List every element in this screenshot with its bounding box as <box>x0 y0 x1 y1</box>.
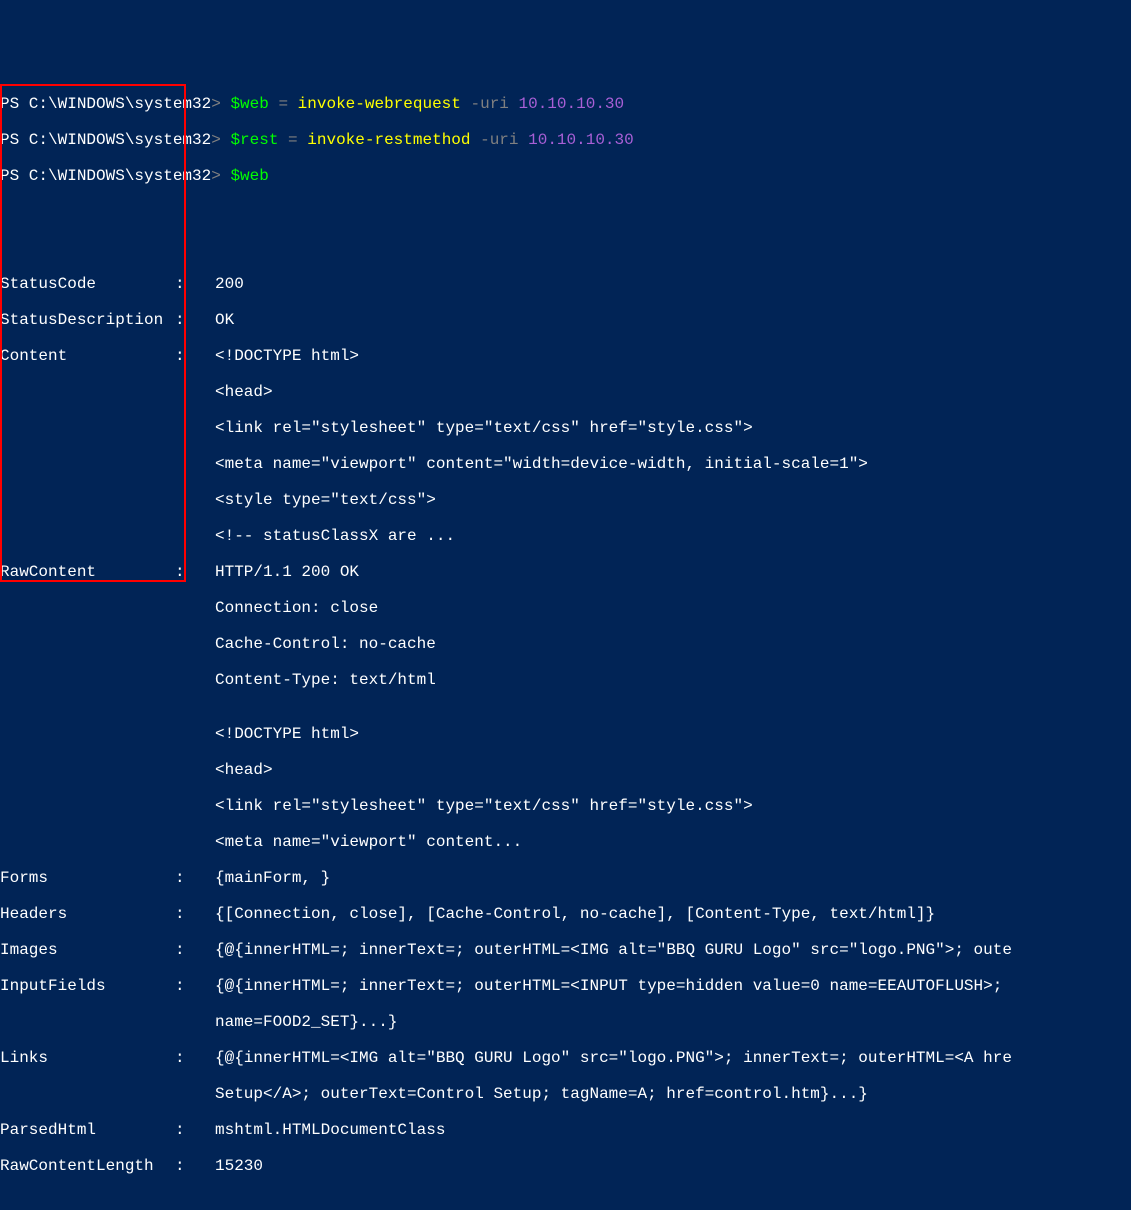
var-1: $web <box>230 95 268 113</box>
links-value-2: Setup</A>; outerText=Control Setup; tagN… <box>215 1085 868 1103</box>
rawcontent-label: RawContent <box>0 563 175 581</box>
param-2: -uri <box>471 131 529 149</box>
forms-value: {mainForm, } <box>215 869 330 887</box>
arg-2: 10.10.10.30 <box>528 131 634 149</box>
statuscode-value: 200 <box>215 275 244 293</box>
colon: : <box>175 563 215 581</box>
inputfields-value-1: {@{innerHTML=; innerText=; outerHTML=<IN… <box>215 977 1002 995</box>
colon: : <box>175 905 215 923</box>
var-3: $web <box>230 167 268 185</box>
content-label: Content <box>0 347 175 365</box>
prompt-1: PS C:\WINDOWS\system32 <box>0 95 211 113</box>
rawcontent-value-2: Connection: close <box>215 599 378 617</box>
parsedhtml-value: mshtml.HTMLDocumentClass <box>215 1121 445 1139</box>
images-label: Images <box>0 941 175 959</box>
colon: : <box>175 347 215 365</box>
var-2: $rest <box>230 131 278 149</box>
colon: : <box>175 941 215 959</box>
cmdlet-2: invoke-restmethod <box>307 131 470 149</box>
rawcontent-value-6: <!DOCTYPE html> <box>215 725 359 743</box>
rawcontentlength-label: RawContentLength <box>0 1157 175 1175</box>
content-value-1: <!DOCTYPE html> <box>215 347 359 365</box>
rawcontent-value-8: <link rel="stylesheet" type="text/css" h… <box>215 797 753 815</box>
rawcontent-value-3: Cache-Control: no-cache <box>215 635 436 653</box>
headers-label: Headers <box>0 905 175 923</box>
prompt-2: PS C:\WINDOWS\system32 <box>0 131 211 149</box>
rawcontent-value-7: <head> <box>215 761 273 779</box>
eq-2: = <box>278 131 307 149</box>
prompt-gt-1: > <box>211 95 230 113</box>
rawcontent-value-4: Content-Type: text/html <box>215 671 436 689</box>
colon: : <box>175 1121 215 1139</box>
rawcontent-value-9: <meta name="viewport" content... <box>215 833 522 851</box>
images-value: {@{innerHTML=; innerText=; outerHTML=<IM… <box>215 941 1012 959</box>
cmdlet-1: invoke-webrequest <box>298 95 461 113</box>
colon: : <box>175 311 215 329</box>
content-value-6: <!-- statusClassX are ... <box>215 527 455 545</box>
terminal-output[interactable]: PS C:\WINDOWS\system32> $web = invoke-we… <box>0 77 1131 1193</box>
links-value-1: {@{innerHTML=<IMG alt="BBQ GURU Logo" sr… <box>215 1049 1012 1067</box>
colon: : <box>175 1049 215 1067</box>
rawcontent-value-1: HTTP/1.1 200 OK <box>215 563 359 581</box>
arg-1: 10.10.10.30 <box>519 95 625 113</box>
colon: : <box>175 977 215 995</box>
statuscode-label: StatusCode <box>0 275 175 293</box>
headers-value: {[Connection, close], [Cache-Control, no… <box>215 905 935 923</box>
forms-label: Forms <box>0 869 175 887</box>
prompt-gt-2: > <box>211 131 230 149</box>
prompt-gt-3: > <box>211 167 230 185</box>
inputfields-label: InputFields <box>0 977 175 995</box>
content-value-3: <link rel="stylesheet" type="text/css" h… <box>215 419 753 437</box>
parsedhtml-label: ParsedHtml <box>0 1121 175 1139</box>
content-value-5: <style type="text/css"> <box>215 491 436 509</box>
rawcontentlength-value: 15230 <box>215 1157 263 1175</box>
content-value-4: <meta name="viewport" content="width=dev… <box>215 455 868 473</box>
colon: : <box>175 275 215 293</box>
statusdesc-value: OK <box>215 311 234 329</box>
eq-1: = <box>269 95 298 113</box>
param-1: -uri <box>461 95 519 113</box>
content-value-2: <head> <box>215 383 273 401</box>
colon: : <box>175 869 215 887</box>
colon: : <box>175 1157 215 1175</box>
inputfields-value-2: name=FOOD2_SET}...} <box>215 1013 397 1031</box>
links-label: Links <box>0 1049 175 1067</box>
prompt-3: PS C:\WINDOWS\system32 <box>0 167 211 185</box>
statusdesc-label: StatusDescription <box>0 311 175 329</box>
